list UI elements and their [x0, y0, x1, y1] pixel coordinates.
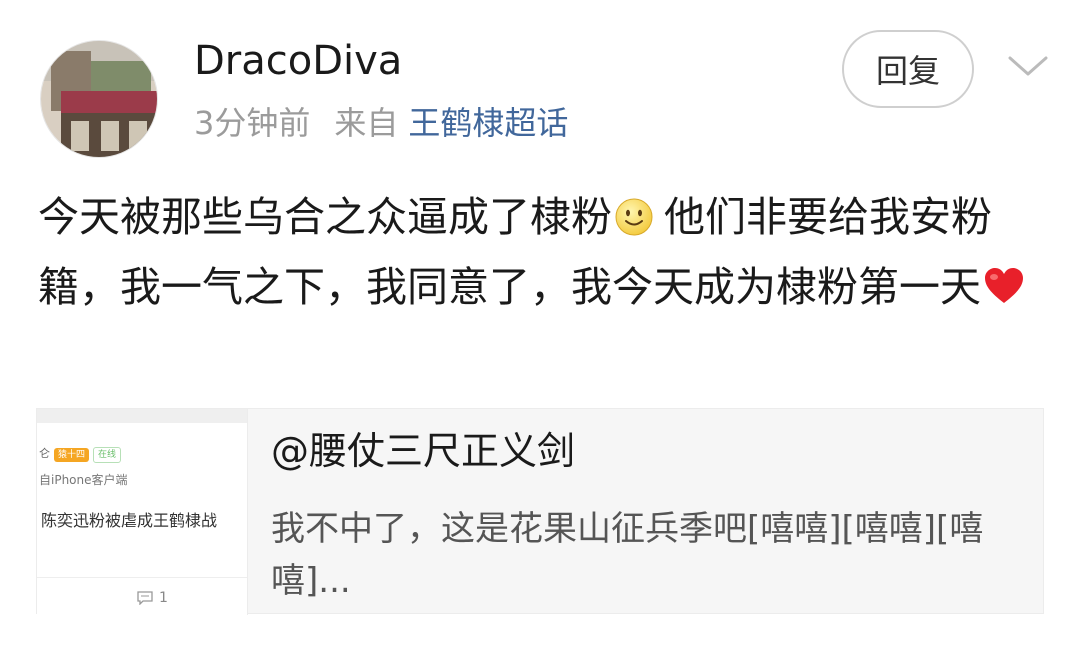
- reply-button[interactable]: 回复: [842, 30, 974, 108]
- quoted-post-card[interactable]: 仑猿十四 在线 自iPhone客户端 陈奕迅粉被虐成王鹤棣战 1 @腰仗三尺正义剑…: [36, 408, 1044, 615]
- red-heart-icon: [985, 268, 1023, 303]
- post-time: 3分钟前: [194, 104, 311, 142]
- thumbnail-topbar: [37, 409, 247, 423]
- topic-link[interactable]: 王鹤棣超话: [408, 104, 568, 142]
- thumbnail-line1: 仑: [39, 447, 50, 460]
- avatar-image: [41, 41, 157, 157]
- quote-author[interactable]: @腰仗三尺正义剑: [271, 425, 575, 477]
- from-label: 来自: [334, 104, 399, 142]
- thumbnail-user-line: 仑猿十四 在线: [39, 445, 122, 463]
- post-text-part1: 今天被那些乌合之众逼成了棣粉: [38, 193, 612, 241]
- quote-text: 我不中了，这是花果山征兵季吧[嘻嘻][嘻嘻][嘻嘻]...: [271, 509, 984, 601]
- thumbnail-comment-count: 1: [137, 590, 168, 606]
- quote-thumbnail[interactable]: 仑猿十四 在线 自iPhone客户端 陈奕迅粉被虐成王鹤棣战 1: [37, 409, 248, 615]
- smile-emoji-icon: [615, 198, 653, 236]
- avatar[interactable]: [40, 40, 158, 158]
- post-meta: 3分钟前 来自 王鹤棣超话: [194, 102, 568, 144]
- thumbnail-footer: 1: [37, 577, 247, 615]
- chevron-down-icon[interactable]: [1006, 52, 1050, 80]
- thumbnail-source: 自iPhone客户端: [39, 473, 128, 487]
- comment-icon: [137, 591, 153, 605]
- weibo-post: DracoDiva 3分钟前 来自 王鹤棣超话 回复 今天被那些乌合之众逼成了棣粉 …: [0, 0, 1080, 645]
- thumbnail-badge: 猿十四: [54, 448, 90, 462]
- thumbnail-online-badge: 在线: [93, 447, 122, 463]
- thumbnail-title: 陈奕迅粉被虐成王鹤棣战: [41, 511, 218, 530]
- username[interactable]: DracoDiva: [194, 36, 402, 86]
- comment-count: 1: [159, 590, 168, 606]
- post-text: 今天被那些乌合之众逼成了棣粉 他们非要给我安粉籍，我一气之下，我同意了，我今天成…: [38, 182, 1048, 322]
